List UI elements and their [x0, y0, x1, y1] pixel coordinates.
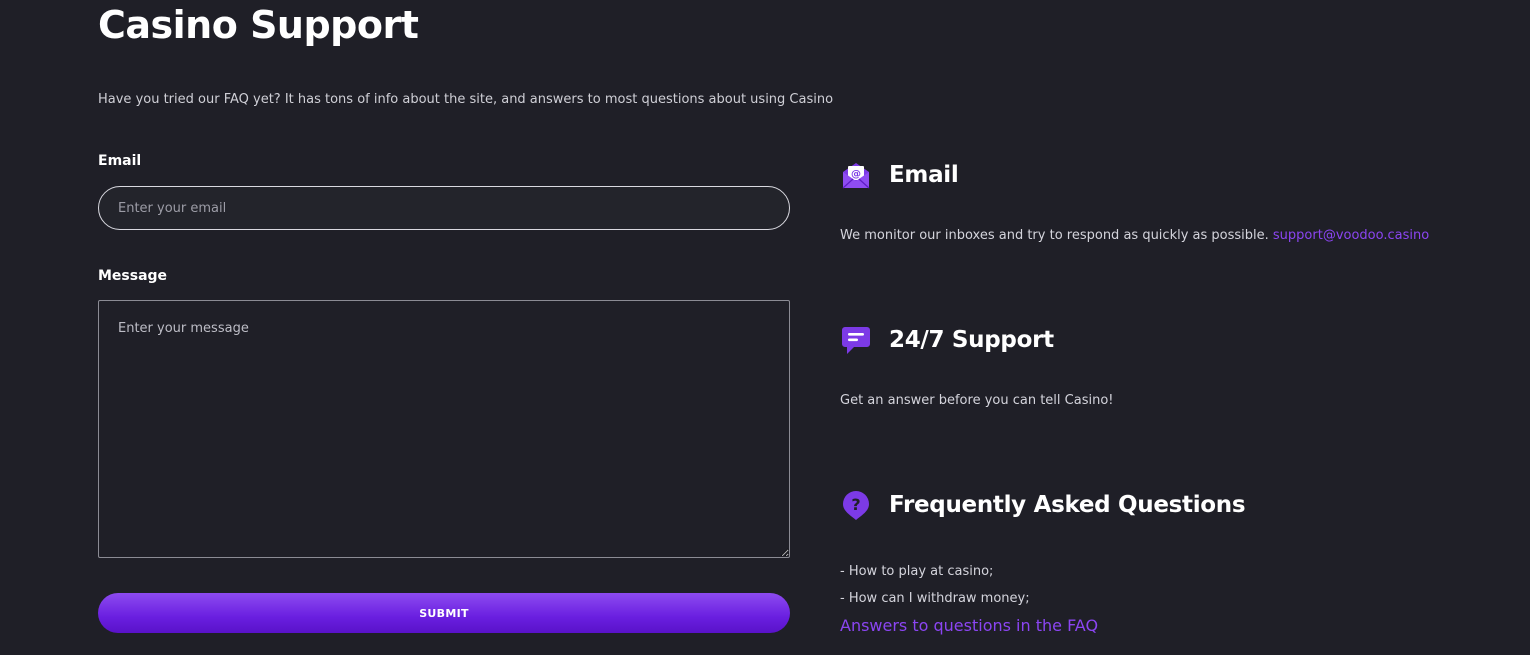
support-email-link[interactable]: support@voodoo.casino: [1273, 228, 1429, 243]
info-email-text: We monitor our inboxes and try to respon…: [840, 227, 1429, 245]
info-support: 24/7 Support Get an answer before you ca…: [840, 322, 1113, 410]
chat-bubble-icon: [842, 327, 870, 354]
question-pin-icon: ?: [843, 491, 869, 520]
support-page: Casino Support Have you tried our FAQ ye…: [0, 0, 1530, 655]
faq-item: - How to play at casino;: [840, 564, 994, 579]
faq-item: - How can I withdraw money;: [840, 591, 1030, 606]
message-label: Message: [98, 268, 168, 284]
info-support-header: 24/7 Support: [840, 322, 1113, 358]
info-email: @ Email We monitor our inboxes and try t…: [840, 157, 1429, 245]
info-faq: ? Frequently Asked Questions - How to pl…: [840, 487, 1246, 639]
info-email-description: We monitor our inboxes and try to respon…: [840, 228, 1269, 243]
email-field[interactable]: [98, 186, 790, 230]
info-support-title: 24/7 Support: [889, 327, 1054, 353]
info-email-title: Email: [889, 162, 959, 188]
email-label: Email: [98, 153, 142, 169]
submit-button[interactable]: SUBMIT: [98, 593, 790, 633]
info-faq-header: ? Frequently Asked Questions: [840, 487, 1246, 523]
info-support-text: Get an answer before you can tell Casino…: [840, 393, 1114, 408]
info-faq-title: Frequently Asked Questions: [889, 492, 1246, 518]
page-title: Casino Support: [98, 3, 419, 47]
faq-list: - How to play at casino; - How can I wit…: [840, 558, 1245, 639]
faq-link[interactable]: Answers to questions in the FAQ: [840, 612, 1245, 639]
info-email-header: @ Email: [840, 157, 1429, 193]
message-textarea[interactable]: [98, 300, 790, 558]
svg-text:@: @: [851, 169, 861, 180]
envelope-at-icon: @: [842, 163, 870, 189]
intro-text: Have you tried our FAQ yet? It has tons …: [98, 92, 834, 107]
svg-text:?: ?: [851, 495, 860, 514]
